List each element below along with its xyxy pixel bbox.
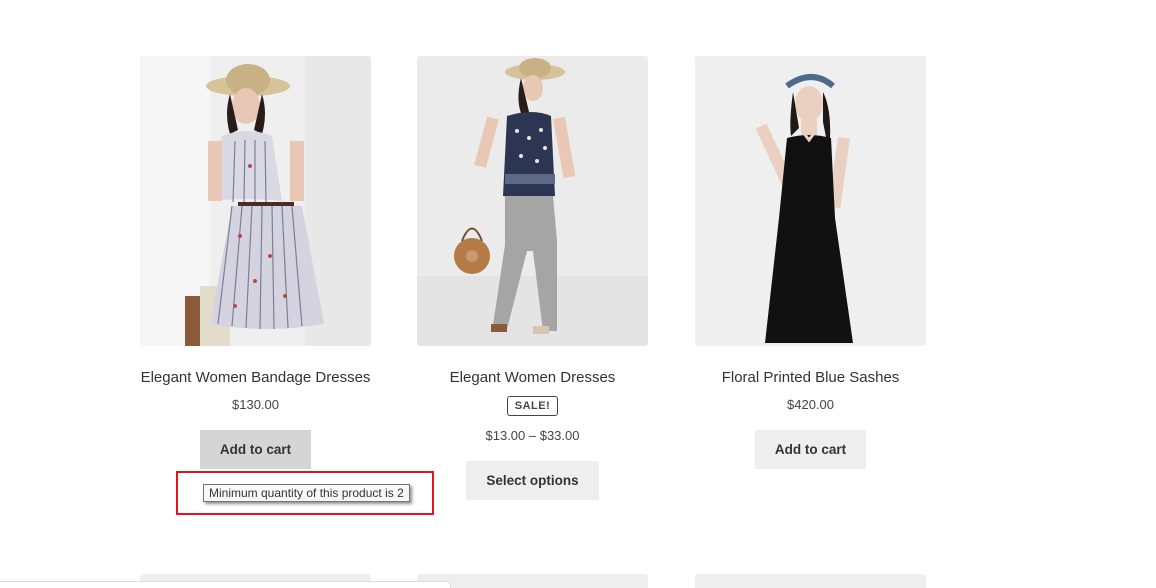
product-grid-page: Elegant Women Bandage Dresses $130.00 Ad… [0,0,1156,588]
product-card-floral-sashes: Floral Printed Blue Sashes $420.00 Add t… [695,56,926,469]
browser-status-bar [0,581,451,588]
product-image[interactable] [695,56,926,346]
product-image[interactable] [140,56,371,346]
add-to-cart-button[interactable]: Add to cart [199,430,312,469]
add-to-cart-button[interactable]: Add to cart [754,430,867,469]
product-card-bandage-dresses: Elegant Women Bandage Dresses $130.00 Ad… [140,56,371,469]
product-price: $420.00 [787,397,834,412]
minimum-quantity-tooltip: Minimum quantity of this product is 2 [203,484,410,502]
product-title[interactable]: Elegant Women Dresses [397,368,668,388]
next-row-product-image[interactable] [695,574,926,588]
sale-badge: SALE! [506,396,559,416]
product-price: $130.00 [232,397,279,412]
product-title[interactable]: Elegant Women Bandage Dresses [120,368,391,388]
select-options-button[interactable]: Select options [466,461,599,500]
product-title[interactable]: Floral Printed Blue Sashes [675,368,946,388]
product-image[interactable] [417,56,648,346]
next-row-product-image[interactable] [417,574,648,588]
product-card-women-dresses: Elegant Women Dresses SALE! $13.00 – $33… [417,56,648,500]
product-price-range: $13.00 – $33.00 [485,428,580,443]
